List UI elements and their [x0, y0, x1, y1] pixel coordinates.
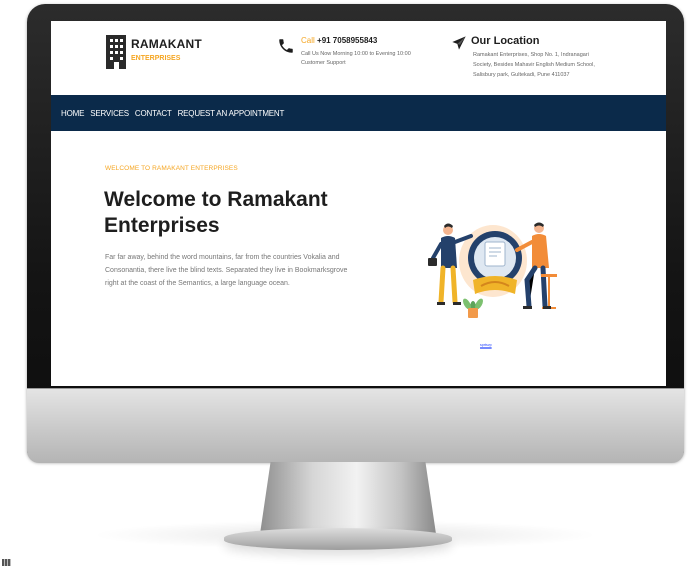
phone-number[interactable]: +91 7058955843 [317, 36, 377, 45]
brand-tagline: ENTERPRISES [131, 55, 181, 62]
contact-phone-line[interactable]: Call +91 7058955843 [301, 36, 377, 45]
nav-item-request-appointment[interactable]: REQUEST AN APPOINTMENT [178, 109, 285, 118]
monitor-screen: RAMAKANT ENTERPRISES Call +91 7058955843… [51, 21, 666, 386]
contact-support: Customer Support [301, 60, 346, 66]
business-handshake-illustration [428, 222, 557, 318]
site-header: RAMAKANT ENTERPRISES Call +91 7058955843… [51, 21, 666, 95]
hero-description: Far far away, behind the word mountains,… [105, 254, 348, 287]
paper-plane-icon [452, 36, 466, 50]
call-label: Call [301, 36, 315, 45]
monitor-stand-base [224, 528, 452, 550]
location-address-line2: Society, Besides Mahavir English Medium … [473, 62, 595, 68]
hero-title: Welcome to Ramakant Enterprises [104, 188, 328, 237]
location-address-line3: Salisbury park, Gultekadi, Pune 411037 [473, 72, 570, 78]
nav-item-contact[interactable]: CONTACT [135, 109, 172, 118]
phone-icon [279, 39, 293, 53]
hero-small-link[interactable]: sprtsvp [480, 343, 492, 348]
hero-section: WELCOME TO RAMAKANT ENTERPRISES Welcome … [51, 131, 666, 386]
monitor-stand-neck [260, 462, 436, 534]
corner-mark [2, 559, 11, 566]
location-title: Our Location [471, 35, 540, 47]
location-address-line1: Ramakant Enterprises, Shop No. 1, Indran… [473, 52, 589, 58]
monitor-chin [27, 388, 684, 463]
main-navigation: HOME SERVICES CONTACT REQUEST AN APPOINT… [51, 95, 666, 131]
building-icon [106, 35, 126, 69]
nav-item-home[interactable]: HOME [61, 109, 84, 118]
brand-name: RAMAKANT [131, 37, 202, 51]
nav-item-services[interactable]: SERVICES [90, 109, 129, 118]
hero-kicker: WELCOME TO RAMAKANT ENTERPRISES [105, 165, 238, 172]
contact-hours: Call Us Now Morning 10:00 to Evening 10:… [301, 51, 411, 57]
